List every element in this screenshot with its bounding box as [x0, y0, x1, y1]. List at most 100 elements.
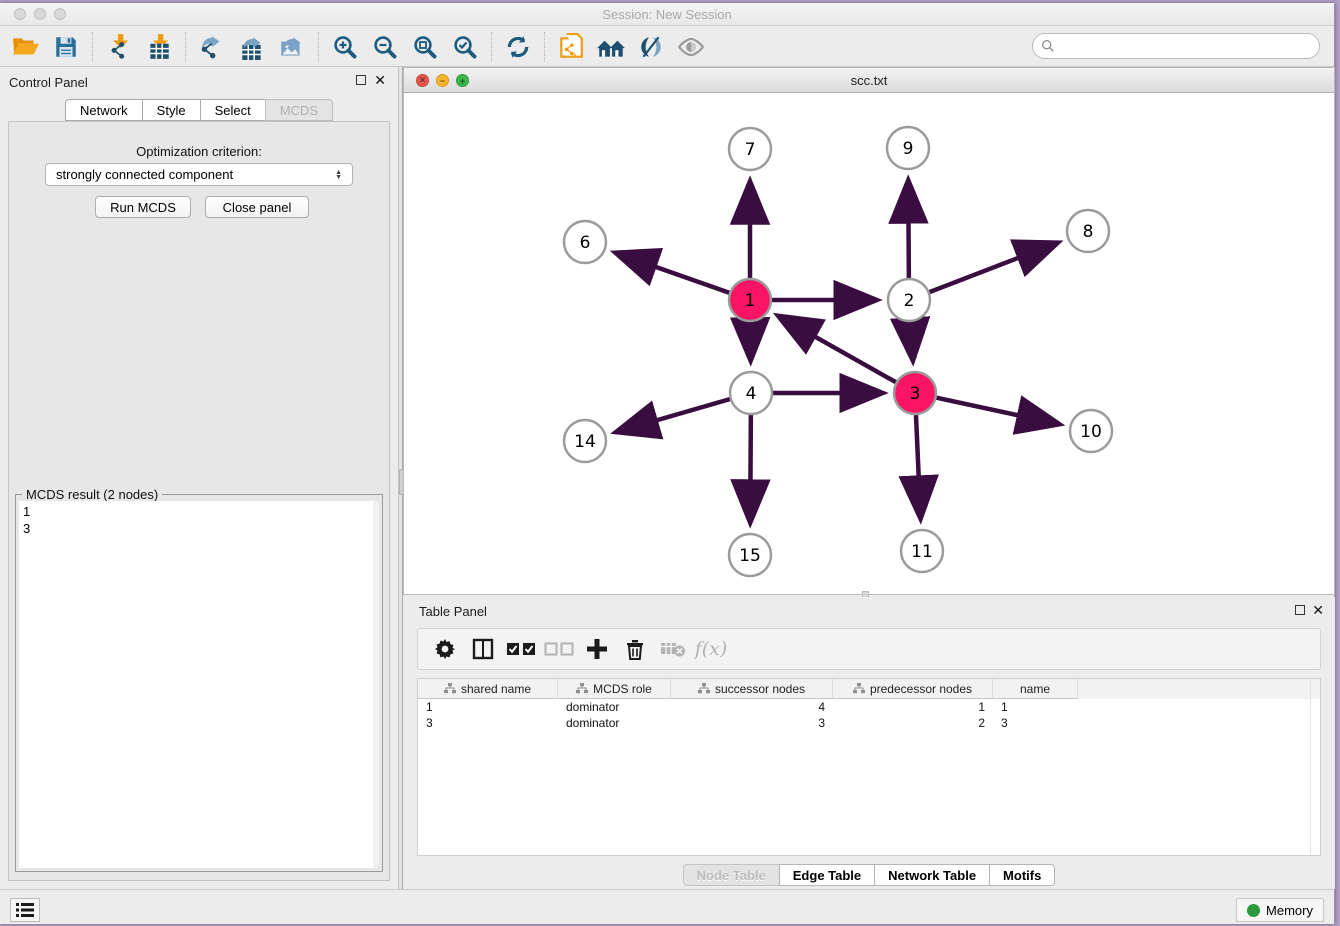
zoom-selected-icon[interactable] [448, 31, 482, 63]
table-cell[interactable]: 1 [993, 699, 1078, 715]
table-cell[interactable]: dominator [558, 699, 671, 715]
delete-column-icon[interactable] [620, 634, 650, 664]
import-table-icon[interactable] [142, 31, 176, 63]
column-header-shared-name[interactable]: shared name [418, 679, 558, 699]
table-cell[interactable]: 1 [833, 699, 993, 715]
node-1[interactable]: 1 [729, 279, 771, 321]
table-float-panel-icon[interactable] [1295, 605, 1305, 615]
node-4[interactable]: 4 [730, 372, 772, 414]
export-image-icon[interactable] [275, 31, 309, 63]
result-scrollbar[interactable] [373, 501, 379, 868]
svg-text:4: 4 [746, 384, 757, 404]
node-7[interactable]: 7 [729, 128, 771, 170]
tab-edge-table[interactable]: Edge Table [779, 864, 874, 886]
node-14[interactable]: 14 [564, 420, 606, 462]
network-canvas[interactable]: 1 2 3 4 6 7 8 9 10 11 14 15 [404, 93, 1334, 594]
svg-text:2: 2 [904, 291, 915, 311]
close-panel-button[interactable]: Close panel [205, 196, 309, 218]
zoom-in-icon[interactable] [328, 31, 362, 63]
float-panel-icon[interactable] [356, 75, 366, 85]
save-session-icon[interactable] [49, 31, 83, 63]
tab-network[interactable]: Network [65, 99, 142, 121]
first-neighbors-icon[interactable] [594, 31, 628, 63]
svg-text:14: 14 [574, 432, 596, 452]
settings-gear-icon[interactable] [430, 634, 460, 664]
toolbar-separator [318, 32, 319, 62]
search-box[interactable] [1032, 33, 1320, 59]
toolbar-separator [185, 32, 186, 62]
edge-2-9[interactable] [908, 181, 909, 278]
edge-3-10[interactable] [937, 398, 1059, 424]
edge-3-11[interactable] [916, 415, 921, 518]
table-toolbar: f(x) [417, 628, 1321, 670]
node-15[interactable]: 15 [729, 534, 771, 576]
tab-network-table[interactable]: Network Table [874, 864, 989, 886]
tab-select[interactable]: Select [200, 99, 265, 121]
tab-motifs[interactable]: Motifs [989, 864, 1055, 886]
node-2[interactable]: 2 [888, 279, 930, 321]
tab-mcds[interactable]: MCDS [265, 99, 333, 121]
table-cell[interactable]: 2 [833, 715, 993, 731]
table-header-row: shared nameMCDS rolesuccessor nodesprede… [418, 679, 1320, 699]
table-cell[interactable]: 3 [671, 715, 833, 731]
hierarchy-icon [576, 683, 588, 694]
run-mcds-button[interactable]: Run MCDS [95, 196, 191, 218]
select-all-checks-icon[interactable] [506, 634, 536, 664]
zoom-fit-icon[interactable] [408, 31, 442, 63]
add-column-icon[interactable] [582, 634, 612, 664]
refresh-icon[interactable] [501, 31, 535, 63]
node-3[interactable]: 3 [894, 372, 936, 414]
table-cell[interactable]: 1 [418, 699, 558, 715]
toolbar-separator [544, 32, 545, 62]
node-9[interactable]: 9 [887, 127, 929, 169]
deselect-all-checks-icon [544, 634, 574, 664]
node-10[interactable]: 10 [1070, 410, 1112, 452]
edge-2-8[interactable] [930, 243, 1058, 292]
export-network-icon[interactable] [195, 31, 229, 63]
edge-4-15[interactable] [750, 415, 751, 522]
table-cell[interactable]: 3 [993, 715, 1078, 731]
column-header-predecessor-nodes[interactable]: predecessor nodes [833, 679, 993, 699]
memory-button[interactable]: Memory [1236, 898, 1324, 922]
edge-1-6[interactable] [616, 253, 729, 293]
table-cell[interactable]: 3 [418, 715, 558, 731]
table-cell[interactable]: 4 [671, 699, 833, 715]
column-header-MCDS-role[interactable]: MCDS role [558, 679, 671, 699]
edge-3-1[interactable] [779, 316, 896, 382]
table-close-panel-icon[interactable]: ✕ [1312, 605, 1324, 615]
table-tabs: Node TableEdge TableNetwork TableMotifs [403, 864, 1335, 886]
table-row[interactable]: 1dominator411 [418, 699, 1320, 715]
table-scrollbar[interactable] [1310, 679, 1318, 855]
import-network-icon[interactable] [102, 31, 136, 63]
apply-style-icon[interactable] [634, 31, 668, 63]
edge-2-3[interactable] [910, 322, 912, 360]
show-hide-icon[interactable] [674, 31, 708, 63]
node-11[interactable]: 11 [901, 530, 943, 572]
mcds-result-text[interactable]: 1 3 [19, 501, 373, 868]
tab-style[interactable]: Style [142, 99, 200, 121]
toolbar-separator [491, 32, 492, 62]
node-6[interactable]: 6 [564, 221, 606, 263]
table-row[interactable]: 3dominator323 [418, 715, 1320, 731]
node-8[interactable]: 8 [1067, 210, 1109, 252]
table-cell[interactable]: dominator [558, 715, 671, 731]
open-session-icon[interactable] [9, 31, 43, 63]
column-header-successor-nodes[interactable]: successor nodes [671, 679, 833, 699]
developer-panel-button[interactable] [10, 898, 40, 922]
tab-node-table[interactable]: Node Table [683, 864, 779, 886]
list-icon [16, 903, 34, 917]
edge-4-14[interactable] [617, 399, 730, 432]
node-table[interactable]: shared nameMCDS rolesuccessor nodesprede… [417, 678, 1321, 856]
search-input[interactable] [1055, 36, 1319, 56]
close-panel-icon[interactable]: ✕ [374, 75, 386, 85]
zoom-out-icon[interactable] [368, 31, 402, 63]
network-view-titlebar[interactable]: ✕ − + scc.txt [404, 68, 1334, 93]
duplicate-network-icon[interactable] [554, 31, 588, 63]
optimization-criterion-select[interactable]: strongly connected component ▲▼ [45, 163, 353, 186]
optimization-criterion-label: Optimization criterion: [9, 144, 389, 159]
svg-text:7: 7 [745, 140, 756, 160]
column-header-name[interactable]: name [993, 679, 1078, 699]
table-panel: Table Panel ✕ f(x) shared nameMCDS roles… [403, 597, 1335, 889]
column-chooser-icon[interactable] [468, 634, 498, 664]
export-table-icon[interactable] [235, 31, 269, 63]
